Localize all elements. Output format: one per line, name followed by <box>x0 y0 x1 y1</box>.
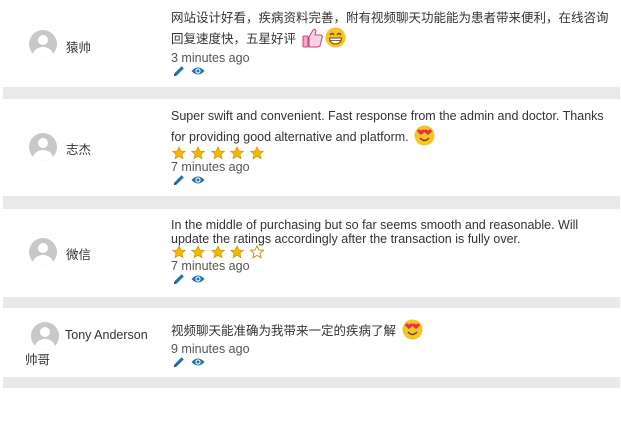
heart-eyes-face-icon <box>414 125 435 146</box>
review-card: Tony Anderson 帅哥 视频聊天能准确为我带来一定的疾病了解 9 mi… <box>3 308 620 377</box>
review-text: 视频聊天能准确为我带来一定的疾病了解 <box>171 324 397 338</box>
star-filled-icon <box>191 245 206 259</box>
avatar-head-shape <box>38 243 48 253</box>
grinning-face-icon <box>325 27 346 48</box>
review-author[interactable]: 微信 <box>66 244 91 263</box>
star-rating <box>172 245 265 259</box>
review-separator <box>3 297 620 308</box>
avatar[interactable] <box>29 238 57 266</box>
eye-icon[interactable] <box>191 66 205 76</box>
star-empty-icon <box>249 245 264 259</box>
review-text: In the middle of purchasing but so far s… <box>171 218 579 246</box>
avatar-head-shape <box>38 35 48 45</box>
heart-eyes-face-icon <box>402 319 423 340</box>
review-text-block: 视频聊天能准确为我带来一定的疾病了解 <box>171 319 614 340</box>
star-filled-icon <box>210 146 225 160</box>
review-separator <box>3 377 620 388</box>
avatar-shoulders-shape <box>33 150 53 161</box>
review-separator <box>3 87 620 99</box>
star-filled-icon <box>249 146 264 160</box>
star-filled-icon <box>230 245 245 259</box>
review-author-nickname: 帅哥 <box>25 353 51 367</box>
review-timestamp: 9 minutes ago <box>171 342 250 356</box>
avatar-shoulders-shape <box>33 47 53 58</box>
avatar[interactable] <box>29 133 57 161</box>
thumbs-up-icon <box>302 27 323 48</box>
avatar[interactable] <box>31 322 59 350</box>
avatar[interactable] <box>29 30 57 58</box>
pencil-icon[interactable] <box>173 356 185 368</box>
avatar-shoulders-shape <box>33 255 53 266</box>
review-text-block: In the middle of purchasing but so far s… <box>171 218 614 246</box>
eye-icon[interactable] <box>191 274 205 284</box>
review-text: 网站设计好看，疾病资料完善，附有视频聊天功能能为患者带来便利，在线咨询回复速度快… <box>171 11 609 46</box>
review-timestamp: 7 minutes ago <box>171 259 250 273</box>
star-filled-icon <box>172 146 186 160</box>
review-timestamp: 3 minutes ago <box>171 51 250 65</box>
review-separator <box>3 196 620 209</box>
review-card: 猿帅 网站设计好看，疾病资料完善，附有视频聊天功能能为患者带来便利，在线咨询回复… <box>3 0 620 87</box>
pencil-icon[interactable] <box>173 65 185 77</box>
review-text-block: 网站设计好看，疾病资料完善，附有视频聊天功能能为患者带来便利，在线咨询回复速度快… <box>171 9 614 48</box>
star-filled-icon <box>191 146 206 160</box>
review-author[interactable]: 志杰 <box>66 139 91 158</box>
avatar-head-shape <box>38 138 48 148</box>
star-filled-icon <box>210 245 225 259</box>
review-card: 志杰 Super swift and convenient. Fast resp… <box>3 99 620 196</box>
avatar-head-shape <box>40 327 50 337</box>
pencil-icon[interactable] <box>173 273 185 285</box>
pencil-icon[interactable] <box>173 174 185 186</box>
eye-icon[interactable] <box>191 175 205 185</box>
review-author[interactable]: 猿帅 <box>66 37 91 56</box>
review-author[interactable]: Tony Anderson <box>65 328 148 342</box>
review-timestamp: 7 minutes ago <box>171 160 250 174</box>
star-rating <box>172 146 265 160</box>
review-card: 微信 In the middle of purchasing but so fa… <box>3 209 620 297</box>
review-text: Super swift and convenient. Fast respons… <box>171 109 604 144</box>
eye-icon[interactable] <box>191 357 205 367</box>
star-filled-icon <box>172 245 186 259</box>
star-filled-icon <box>230 146 245 160</box>
review-text-block: Super swift and convenient. Fast respons… <box>171 107 614 146</box>
